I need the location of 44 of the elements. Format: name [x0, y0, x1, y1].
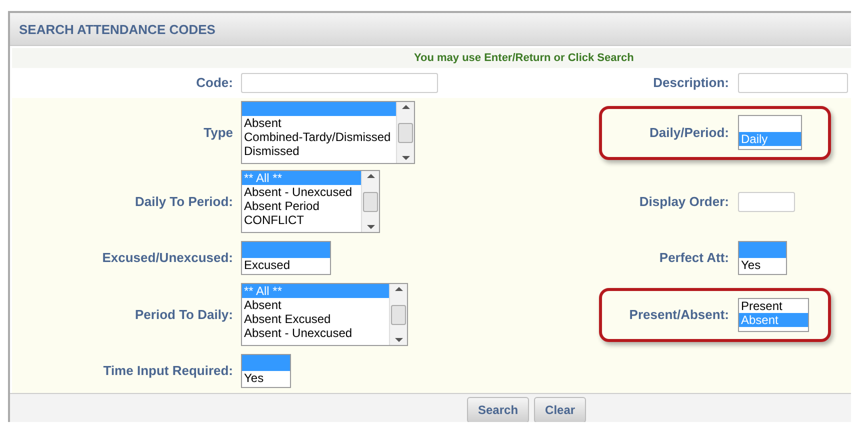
field-label: Code: [196, 75, 233, 90]
panel-title: SEARCH ATTENDANCE CODES [19, 22, 216, 36]
list-option[interactable]: Present [739, 298, 808, 312]
list-box[interactable]: Yes [738, 241, 787, 275]
input-field[interactable] [738, 73, 848, 93]
list-box[interactable]: Present Absent [738, 298, 809, 332]
list-option[interactable]: CONFLICT [242, 213, 361, 227]
field-label: Type [204, 124, 233, 140]
input-field[interactable] [241, 73, 438, 93]
list-box[interactable]: Absent Combined-Tardy/Dismissed Dismissed [241, 101, 415, 164]
list-option[interactable]: Absent - Unexcused [242, 185, 361, 199]
list-option[interactable]: Absent - Unexcused [242, 326, 389, 340]
input-field[interactable] [738, 192, 795, 212]
scrollbar[interactable] [396, 102, 414, 163]
list-option[interactable]: Absent [242, 116, 396, 130]
list-box[interactable]: ** All ** Absent - Unexcused Absent Period CONFLICT [241, 170, 380, 233]
field-label: Daily To Period: [135, 194, 233, 208]
list-box[interactable]: Yes [241, 354, 291, 388]
field-label: Display Order: [639, 194, 729, 208]
scrollbar[interactable] [361, 171, 379, 232]
list-box[interactable]: Excused [241, 241, 331, 275]
field-label: Excused/Unexcused: [102, 250, 233, 265]
action-button[interactable]: Clear [534, 397, 586, 422]
list-option[interactable]: Yes [242, 371, 290, 385]
action-button[interactable]: Search [467, 397, 530, 422]
list-option[interactable] [242, 242, 330, 258]
list-box[interactable]: ** All ** Absent Absent Excused Absent - Unexcused [241, 283, 408, 346]
list-option[interactable]: Absent Period [242, 199, 361, 213]
field-label: Perfect Att: [659, 250, 729, 265]
field-label: Period To Daily: [135, 306, 233, 322]
field-label: Description: [653, 75, 729, 90]
list-option[interactable] [242, 355, 290, 371]
list-option[interactable]: Yes [739, 258, 786, 272]
list-option[interactable]: Excused [242, 258, 330, 272]
field-label: Daily/Period: [650, 124, 729, 140]
list-option[interactable]: Dismissed [242, 144, 396, 158]
list-option[interactable]: Absent [242, 298, 389, 312]
list-option[interactable]: Absent Excused [242, 312, 389, 326]
hint-text: You may use Enter/Return or Click Search [414, 52, 634, 64]
list-option[interactable]: Combined-Tardy/Dismissed [242, 130, 396, 144]
list-option[interactable] [739, 242, 786, 258]
field-label: Present/Absent: [629, 306, 729, 322]
field-label: Time Input Required: [103, 363, 233, 378]
scrollbar[interactable] [389, 284, 407, 345]
